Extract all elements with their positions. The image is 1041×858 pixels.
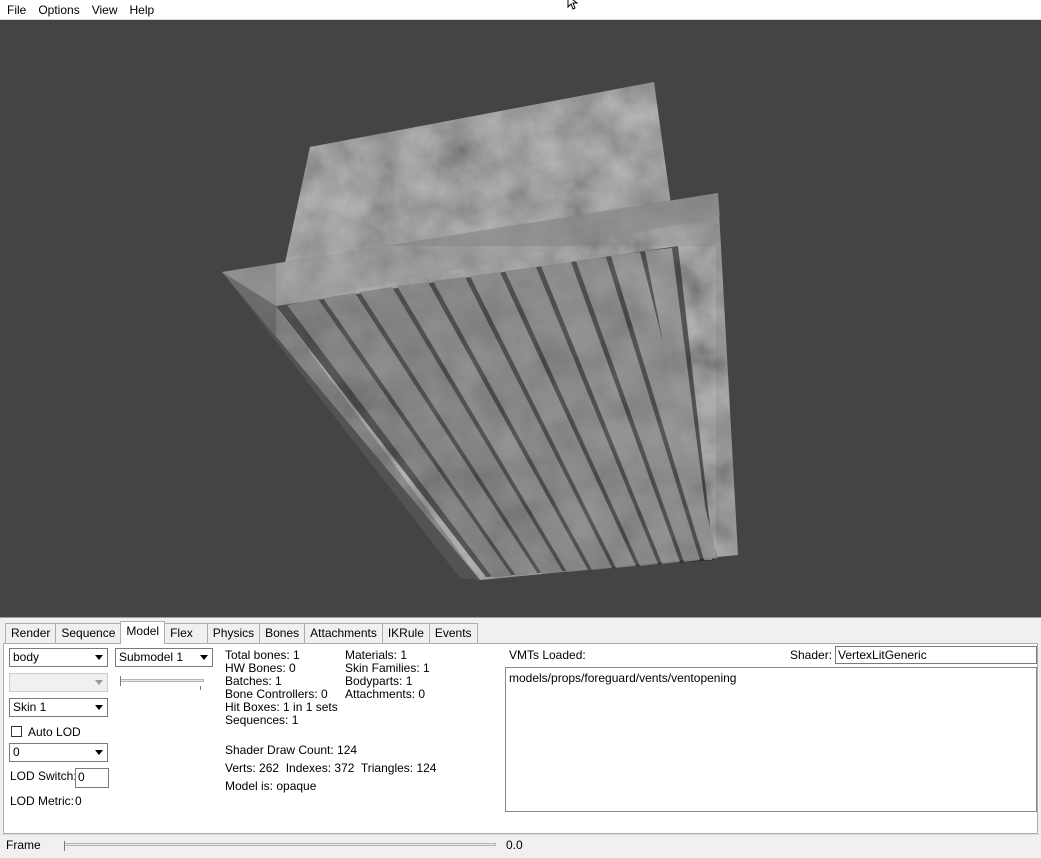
stat-verts-indexes-triangles: Verts: 262 Indexes: 372 Triangles: 124 [225, 761, 437, 775]
lod-select[interactable]: 0 [9, 743, 108, 762]
tab-events[interactable]: Events [428, 623, 478, 643]
chevron-down-icon[interactable] [91, 699, 107, 716]
submodel-slider[interactable] [120, 679, 204, 682]
chevron-down-icon[interactable] [91, 744, 107, 761]
vmt-list-item[interactable]: models/props/foreguard/vents/ventopening [509, 671, 1033, 685]
stat-shader-draw-count: Shader Draw Count: 124 [225, 743, 358, 757]
model-viewport[interactable] [0, 20, 1041, 617]
menu-help[interactable]: Help [124, 0, 161, 20]
frame-slider[interactable] [64, 843, 496, 846]
mouse-cursor-icon [567, 0, 579, 10]
vmts-loaded-label: VMTs Loaded: [509, 648, 586, 662]
shader-label: Shader: [790, 648, 833, 662]
submodel-slider-thumb[interactable] [120, 676, 123, 686]
tab-model[interactable]: Model [120, 621, 166, 644]
frame-label: Frame [6, 838, 41, 852]
lod-select-value: 0 [13, 745, 20, 759]
control-panel: Render Sequence Model Flex Physics Bones… [0, 617, 1041, 834]
slider-tick [200, 686, 201, 690]
frame-bar: Frame 0.0 [0, 834, 1041, 858]
auto-lod-checkbox[interactable] [11, 726, 22, 737]
lod-switch-label: LOD Switch: [10, 769, 77, 783]
tab-physics[interactable]: Physics [206, 623, 261, 643]
tab-ikrule[interactable]: IKRule [381, 623, 430, 643]
chevron-down-icon [91, 674, 107, 691]
shader-field[interactable]: VertexLitGeneric [835, 646, 1037, 664]
submodel-select[interactable]: Submodel 1 [115, 648, 213, 667]
bodypart-select[interactable]: body [9, 648, 108, 667]
chevron-down-icon[interactable] [196, 649, 212, 666]
menu-file[interactable]: File [0, 0, 32, 20]
skin-select[interactable]: Skin 1 [9, 698, 108, 717]
chevron-down-icon[interactable] [91, 649, 107, 666]
secondary-select [9, 673, 108, 692]
frame-slider-thumb[interactable] [64, 841, 67, 851]
tab-render[interactable]: Render [5, 623, 57, 643]
vent-model-render [222, 82, 738, 580]
tab-bones[interactable]: Bones [259, 623, 306, 643]
stat-model-opacity: Model is: opaque [225, 779, 317, 793]
skin-select-value: Skin 1 [13, 700, 47, 714]
menu-bar: File Options View Help [0, 0, 1041, 20]
tab-attachments[interactable]: Attachments [304, 623, 383, 643]
lod-metric-label: LOD Metric: [10, 794, 75, 808]
frame-value: 0.0 [506, 838, 523, 852]
lod-metric-value: 0 [75, 794, 82, 808]
model-tab-body: body Submodel 1 Skin 1 Auto LOD 0 LOD Sw… [3, 643, 1038, 834]
vmt-list[interactable]: models/props/foreguard/vents/ventopening [505, 667, 1037, 812]
auto-lod-label: Auto LOD [28, 725, 81, 739]
bodypart-select-value: body [13, 650, 40, 664]
tab-sequence[interactable]: Sequence [55, 623, 122, 643]
submodel-select-value: Submodel 1 [119, 650, 184, 664]
tab-strip: Render Sequence Model Flex Physics Bones… [5, 621, 478, 644]
menu-options[interactable]: Options [32, 0, 85, 20]
tab-flex[interactable]: Flex [164, 623, 208, 643]
lod-switch-input[interactable]: 0 [75, 768, 109, 788]
stat-sequences: Sequences: 1 [225, 713, 299, 727]
menu-view[interactable]: View [86, 0, 124, 20]
stat-attachments: Attachments: 0 [345, 687, 426, 701]
